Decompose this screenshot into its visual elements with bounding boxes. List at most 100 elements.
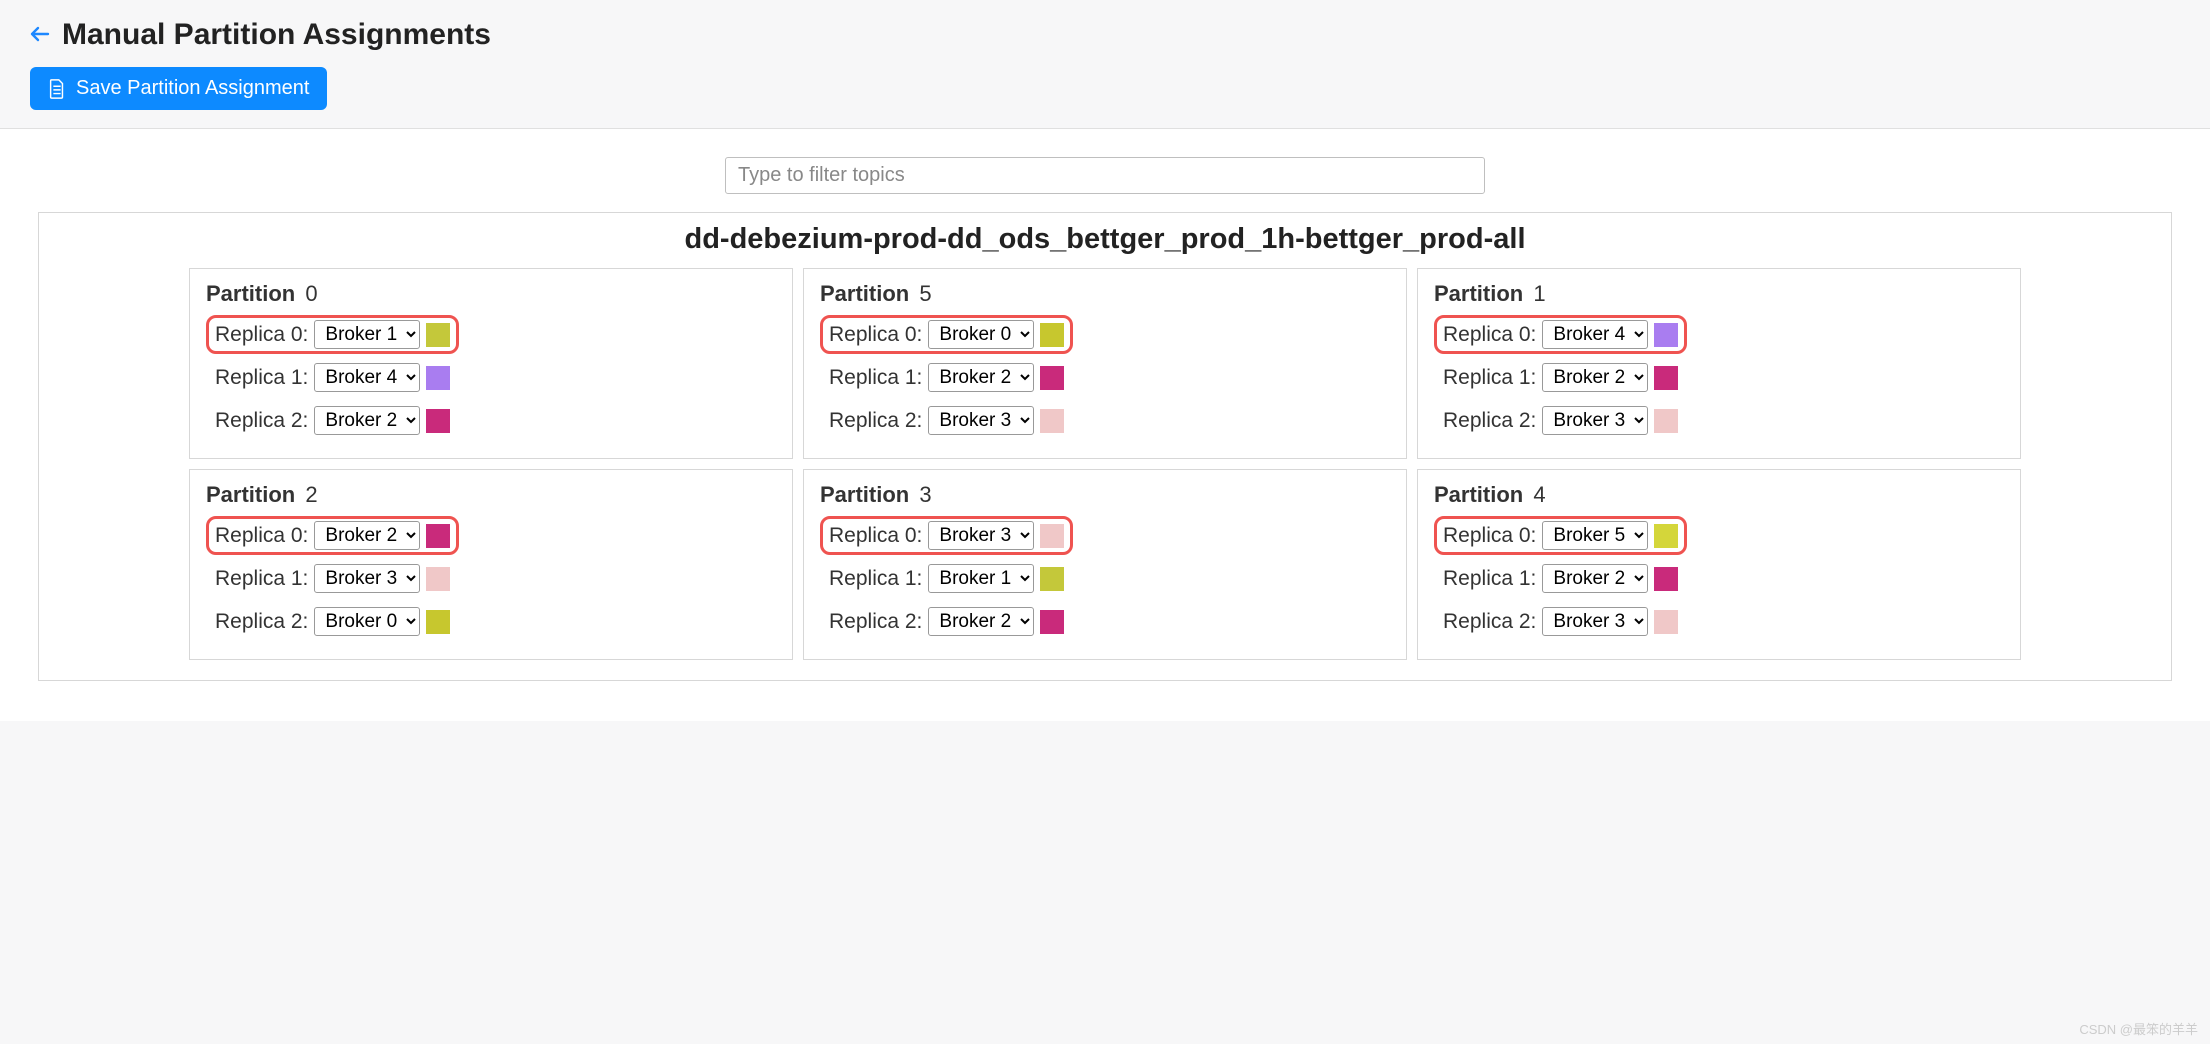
replica-row: Replica 0:Broker 0Broker 1Broker 2Broker… xyxy=(1434,516,1687,555)
replica-row: Replica 0:Broker 0Broker 1Broker 2Broker… xyxy=(820,315,1073,354)
broker-select[interactable]: Broker 0Broker 1Broker 2Broker 3Broker 4… xyxy=(314,521,420,550)
broker-select[interactable]: Broker 0Broker 1Broker 2Broker 3Broker 4… xyxy=(1542,564,1648,593)
broker-select[interactable]: Broker 0Broker 1Broker 2Broker 3Broker 4… xyxy=(314,320,420,349)
broker-color-swatch xyxy=(1040,524,1064,548)
broker-color-swatch xyxy=(426,323,450,347)
broker-color-swatch xyxy=(1654,366,1678,390)
broker-select[interactable]: Broker 0Broker 1Broker 2Broker 3Broker 4… xyxy=(1542,320,1648,349)
replica-row: Replica 0:Broker 0Broker 1Broker 2Broker… xyxy=(206,516,459,555)
broker-select[interactable]: Broker 0Broker 1Broker 2Broker 3Broker 4… xyxy=(314,607,420,636)
broker-color-swatch xyxy=(426,366,450,390)
broker-color-swatch xyxy=(1654,524,1678,548)
replica-label: Replica 0: xyxy=(829,323,922,347)
partition-number: 3 xyxy=(913,482,931,507)
document-icon xyxy=(48,79,66,99)
partition-number: 4 xyxy=(1527,482,1545,507)
partition-heading: Partition 4 xyxy=(1434,482,2004,508)
partition-number: 2 xyxy=(299,482,317,507)
broker-color-swatch xyxy=(426,409,450,433)
broker-select[interactable]: Broker 0Broker 1Broker 2Broker 3Broker 4… xyxy=(928,607,1034,636)
broker-select[interactable]: Broker 0Broker 1Broker 2Broker 3Broker 4… xyxy=(314,564,420,593)
replica-row: Replica 2:Broker 0Broker 1Broker 2Broker… xyxy=(820,401,1073,440)
partition-label: Partition xyxy=(206,281,295,306)
broker-color-swatch xyxy=(1654,610,1678,634)
filter-row xyxy=(38,157,2172,194)
topic-name: dd-debezium-prod-dd_ods_bettger_prod_1h-… xyxy=(189,223,2021,256)
replica-label: Replica 2: xyxy=(1443,610,1536,634)
replica-label: Replica 0: xyxy=(1443,323,1536,347)
broker-select[interactable]: Broker 0Broker 1Broker 2Broker 3Broker 4… xyxy=(1542,406,1648,435)
topic-panel: dd-debezium-prod-dd_ods_bettger_prod_1h-… xyxy=(38,212,2172,681)
replica-label: Replica 0: xyxy=(215,524,308,548)
replica-row: Replica 2:Broker 0Broker 1Broker 2Broker… xyxy=(1434,602,1687,641)
partition-card: Partition 0Replica 0:Broker 0Broker 1Bro… xyxy=(189,268,793,459)
replica-row: Replica 2:Broker 0Broker 1Broker 2Broker… xyxy=(206,401,459,440)
page-title: Manual Partition Assignments xyxy=(62,18,491,52)
replica-row: Replica 2:Broker 0Broker 1Broker 2Broker… xyxy=(1434,401,1687,440)
broker-color-swatch xyxy=(426,524,450,548)
broker-color-swatch xyxy=(426,567,450,591)
partition-label: Partition xyxy=(206,482,295,507)
broker-color-swatch xyxy=(426,610,450,634)
replica-label: Replica 2: xyxy=(829,409,922,433)
replica-label: Replica 0: xyxy=(215,323,308,347)
watermark: CSDN @最笨的羊羊 xyxy=(2079,1019,2198,1038)
replica-row: Replica 2:Broker 0Broker 1Broker 2Broker… xyxy=(206,602,459,641)
replica-label: Replica 1: xyxy=(215,366,308,390)
broker-color-swatch xyxy=(1654,323,1678,347)
partition-heading: Partition 3 xyxy=(820,482,1390,508)
broker-select[interactable]: Broker 0Broker 1Broker 2Broker 3Broker 4… xyxy=(928,406,1034,435)
replica-label: Replica 1: xyxy=(1443,366,1536,390)
title-row: Manual Partition Assignments xyxy=(30,18,2180,52)
replica-row: Replica 1:Broker 0Broker 1Broker 2Broker… xyxy=(1434,358,1687,397)
partition-label: Partition xyxy=(820,281,909,306)
broker-select[interactable]: Broker 0Broker 1Broker 2Broker 3Broker 4… xyxy=(1542,363,1648,392)
replica-label: Replica 2: xyxy=(215,409,308,433)
partition-card: Partition 2Replica 0:Broker 0Broker 1Bro… xyxy=(189,469,793,660)
replica-label: Replica 1: xyxy=(215,567,308,591)
replica-label: Replica 0: xyxy=(829,524,922,548)
broker-color-swatch xyxy=(1040,610,1064,634)
partition-heading: Partition 5 xyxy=(820,281,1390,307)
partition-label: Partition xyxy=(1434,482,1523,507)
replica-label: Replica 2: xyxy=(215,610,308,634)
broker-select[interactable]: Broker 0Broker 1Broker 2Broker 3Broker 4… xyxy=(1542,607,1648,636)
filter-topics-input[interactable] xyxy=(725,157,1485,194)
replica-label: Replica 0: xyxy=(1443,524,1536,548)
broker-select[interactable]: Broker 0Broker 1Broker 2Broker 3Broker 4… xyxy=(928,564,1034,593)
save-partition-assignment-button[interactable]: Save Partition Assignment xyxy=(30,67,327,110)
partition-heading: Partition 1 xyxy=(1434,281,2004,307)
broker-select[interactable]: Broker 0Broker 1Broker 2Broker 3Broker 4… xyxy=(314,406,420,435)
broker-select[interactable]: Broker 0Broker 1Broker 2Broker 3Broker 4… xyxy=(1542,521,1648,550)
broker-color-swatch xyxy=(1654,409,1678,433)
header-area: Manual Partition Assignments Save Partit… xyxy=(0,0,2210,129)
partition-label: Partition xyxy=(820,482,909,507)
replica-row: Replica 1:Broker 0Broker 1Broker 2Broker… xyxy=(206,559,459,598)
broker-select[interactable]: Broker 0Broker 1Broker 2Broker 3Broker 4… xyxy=(928,521,1034,550)
partition-label: Partition xyxy=(1434,281,1523,306)
replica-row: Replica 0:Broker 0Broker 1Broker 2Broker… xyxy=(1434,315,1687,354)
broker-color-swatch xyxy=(1040,323,1064,347)
replica-row: Replica 0:Broker 0Broker 1Broker 2Broker… xyxy=(820,516,1073,555)
replica-row: Replica 1:Broker 0Broker 1Broker 2Broker… xyxy=(1434,559,1687,598)
replica-row: Replica 2:Broker 0Broker 1Broker 2Broker… xyxy=(820,602,1073,641)
partition-number: 5 xyxy=(913,281,931,306)
replica-label: Replica 2: xyxy=(829,610,922,634)
replica-row: Replica 1:Broker 0Broker 1Broker 2Broker… xyxy=(206,358,459,397)
broker-select[interactable]: Broker 0Broker 1Broker 2Broker 3Broker 4… xyxy=(314,363,420,392)
replica-row: Replica 1:Broker 0Broker 1Broker 2Broker… xyxy=(820,358,1073,397)
broker-select[interactable]: Broker 0Broker 1Broker 2Broker 3Broker 4… xyxy=(928,363,1034,392)
partition-number: 0 xyxy=(299,281,317,306)
replica-label: Replica 1: xyxy=(829,567,922,591)
content-area: dd-debezium-prod-dd_ods_bettger_prod_1h-… xyxy=(0,129,2210,721)
broker-color-swatch xyxy=(1654,567,1678,591)
replica-label: Replica 2: xyxy=(1443,409,1536,433)
broker-color-swatch xyxy=(1040,366,1064,390)
page-wrapper: Manual Partition Assignments Save Partit… xyxy=(0,0,2210,721)
replica-row: Replica 0:Broker 0Broker 1Broker 2Broker… xyxy=(206,315,459,354)
back-arrow-icon[interactable] xyxy=(30,22,50,48)
partition-number: 1 xyxy=(1527,281,1545,306)
broker-select[interactable]: Broker 0Broker 1Broker 2Broker 3Broker 4… xyxy=(928,320,1034,349)
partitions-grid: Partition 0Replica 0:Broker 0Broker 1Bro… xyxy=(189,268,2021,660)
replica-row: Replica 1:Broker 0Broker 1Broker 2Broker… xyxy=(820,559,1073,598)
